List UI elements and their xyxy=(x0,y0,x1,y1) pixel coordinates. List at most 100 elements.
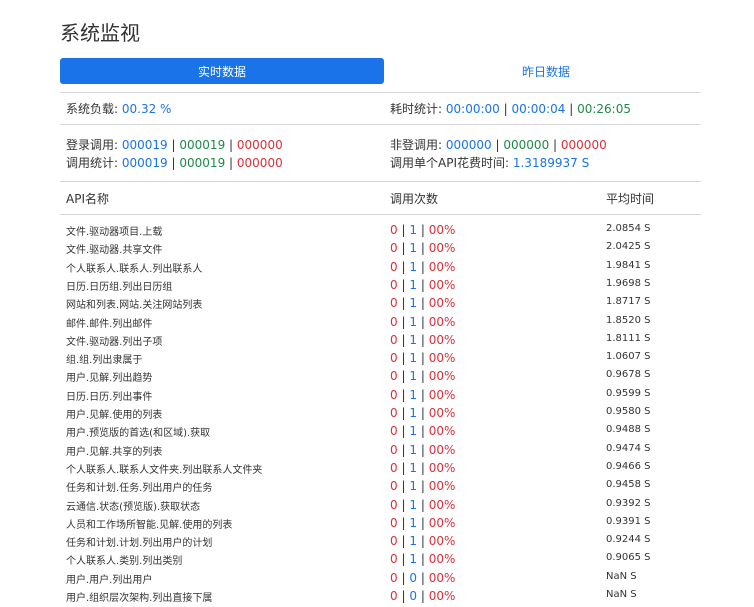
api-name: 用户.组织层次架构.列出直接下属 xyxy=(66,593,213,604)
call-stats-label: 调用统计: xyxy=(66,156,119,170)
call-count-1: 0 xyxy=(390,589,398,603)
call-count: 0 | 1 | 00% xyxy=(390,552,456,567)
avg-time: 1.8111 S xyxy=(606,332,651,344)
time-stats: 耗时统计: 00:00:00 | 00:00:04 | 00:26:05 xyxy=(390,102,631,116)
call-count-1: 0 xyxy=(390,552,398,567)
call-count-1: 0 xyxy=(390,259,398,274)
api-name: 个人联系人.类别.列出类别 xyxy=(66,556,183,568)
call-count: 0 | 1 | 00% xyxy=(390,424,456,439)
table-row: 日历.日历组.列出日历组 0 | 1 | 00% 1.9698 S xyxy=(0,278,754,296)
call-count-1: 0 xyxy=(390,296,398,311)
call-percent: 00% xyxy=(428,406,456,420)
avg-time: 0.9065 S xyxy=(606,552,651,564)
call-count-2: 1 xyxy=(409,351,417,366)
call-count-2: 1 xyxy=(409,515,417,530)
api-name: 文件.驱动器项目.上载 xyxy=(66,227,163,238)
tab-realtime[interactable]: 实时数据 xyxy=(60,58,384,84)
call-count-2: 1 xyxy=(409,314,417,329)
api-name: 任务和计划.计划.列出用户的计划 xyxy=(66,538,213,550)
avg-time: 0.9599 S xyxy=(606,387,651,399)
avg-time: 0.9466 S xyxy=(606,460,651,472)
system-load-value: 00.32 % xyxy=(121,102,172,116)
call-percent: 00% xyxy=(428,332,456,347)
login-calls-value-2: 000019 xyxy=(179,138,226,152)
call-count: 0 | 1 | 00% xyxy=(390,442,456,457)
api-name: 日历.日历组.列出日历组 xyxy=(66,281,173,293)
api-name: 云通信.状态(预览版).获取状态 xyxy=(66,501,201,513)
call-count: 0 | 1 | 00% xyxy=(390,314,456,329)
nonlogin-calls-value-2: 000000 xyxy=(503,138,550,152)
call-count-1: 0 xyxy=(390,277,398,292)
avg-time: 1.9698 S xyxy=(606,277,651,289)
login-calls-label: 登录调用: xyxy=(66,138,119,152)
time-stats-value-3: 00:26:05 xyxy=(577,102,631,116)
api-name: 个人联系人.联系人文件夹.列出联系人文件夹 xyxy=(66,464,263,476)
call-count-2: 1 xyxy=(409,497,417,512)
call-count-1: 0 xyxy=(390,314,398,329)
system-load-label: 系统负载: xyxy=(66,102,119,116)
login-calls-value-1: 000019 xyxy=(121,138,168,152)
call-count: 0 | 1 | 00% xyxy=(390,296,456,311)
login-calls-value-3: 000000 xyxy=(236,138,283,152)
table-row: 文件.驱动器.共享文件 0 | 1 | 00% 2.0425 S xyxy=(0,241,754,259)
call-count-1: 0 xyxy=(390,497,398,512)
table-row: 用户.见解.共享的列表 0 | 1 | 00% 0.9474 S xyxy=(0,443,754,461)
tab-yesterday[interactable]: 昨日数据 xyxy=(384,58,708,84)
call-count-1: 0 xyxy=(390,570,398,585)
divider xyxy=(60,181,701,182)
avg-time: 1.8520 S xyxy=(606,314,651,326)
call-count-1: 0 xyxy=(390,406,398,420)
time-stats-label: 耗时统计: xyxy=(390,102,443,116)
table-row: 任务和计划.计划.列出用户的计划 0 | 1 | 00% 0.9244 S xyxy=(0,534,754,552)
api-name: 文件.驱动器.共享文件 xyxy=(66,245,163,257)
api-name: 用户.用户.列出用户 xyxy=(66,574,153,586)
call-count: 0 | 1 | 00% xyxy=(390,259,456,274)
table-row: 用户.用户.列出用户 0 | 0 | 00% NaN S xyxy=(0,571,754,589)
call-count-2: 1 xyxy=(409,332,417,347)
call-count-2: 0 xyxy=(409,570,417,585)
time-stats-value-1: 00:00:00 xyxy=(445,102,500,116)
call-count: 0 | 1 | 00% xyxy=(390,369,456,384)
column-header-name: API名称 xyxy=(66,192,109,206)
api-name: 邮件.邮件.列出邮件 xyxy=(66,318,153,330)
call-percent: 00% xyxy=(428,259,456,274)
call-count: 0 | 1 | 00% xyxy=(390,479,456,494)
call-count: 0 | 1 | 00% xyxy=(390,387,456,402)
avg-time: 0.9392 S xyxy=(606,497,651,509)
table-row: 个人联系人.联系人.列出联系人 0 | 1 | 00% 1.9841 S xyxy=(0,260,754,278)
call-count-1: 0 xyxy=(390,424,398,439)
call-count-1: 0 xyxy=(390,479,398,494)
api-name: 用户.见解.使用的列表 xyxy=(66,410,163,421)
call-count: 0 | 1 | 00% xyxy=(390,497,456,512)
time-stats-value-2: 00:00:04 xyxy=(511,102,566,116)
table-row: 用户.预览版的首选(和区域).获取 0 | 1 | 00% 0.9488 S xyxy=(0,424,754,442)
call-count-2: 1 xyxy=(409,442,417,457)
call-count: 0 | 1 | 00% xyxy=(390,223,456,237)
call-count-2: 1 xyxy=(409,424,417,439)
single-api-time-label: 调用单个API花费时间: xyxy=(390,156,510,170)
api-name: 用户.见解.共享的列表 xyxy=(66,446,163,458)
call-count: 0 | 1 | 00% xyxy=(390,515,456,530)
call-percent: 00% xyxy=(428,314,456,329)
avg-time: 0.9458 S xyxy=(606,479,651,491)
call-percent: 00% xyxy=(428,479,456,494)
call-count-2: 1 xyxy=(409,534,417,549)
call-count-2: 1 xyxy=(409,387,417,402)
single-api-time: 调用单个API花费时间: 1.3189937 S xyxy=(390,154,589,171)
call-count: 0 | 1 | 00% xyxy=(390,241,456,256)
table-row: 用户.见解.使用的列表 0 | 1 | 00% 0.9580 S xyxy=(0,406,754,424)
call-count-1: 0 xyxy=(390,223,398,237)
avg-time: 0.9580 S xyxy=(606,406,651,417)
call-count: 0 | 0 | 00% xyxy=(390,570,456,585)
avg-time: 0.9488 S xyxy=(606,424,651,436)
call-percent: 00% xyxy=(428,387,456,402)
call-percent: 00% xyxy=(428,223,456,237)
divider xyxy=(60,214,701,215)
column-header-avg: 平均时间 xyxy=(606,192,655,206)
single-api-time-value: 1.3189937 S xyxy=(512,156,590,170)
call-percent: 00% xyxy=(428,552,456,567)
table-row: 个人联系人.类别.列出类别 0 | 1 | 00% 0.9065 S xyxy=(0,552,754,570)
call-count-1: 0 xyxy=(390,460,398,475)
call-count-1: 0 xyxy=(390,534,398,549)
call-percent: 00% xyxy=(428,515,456,530)
